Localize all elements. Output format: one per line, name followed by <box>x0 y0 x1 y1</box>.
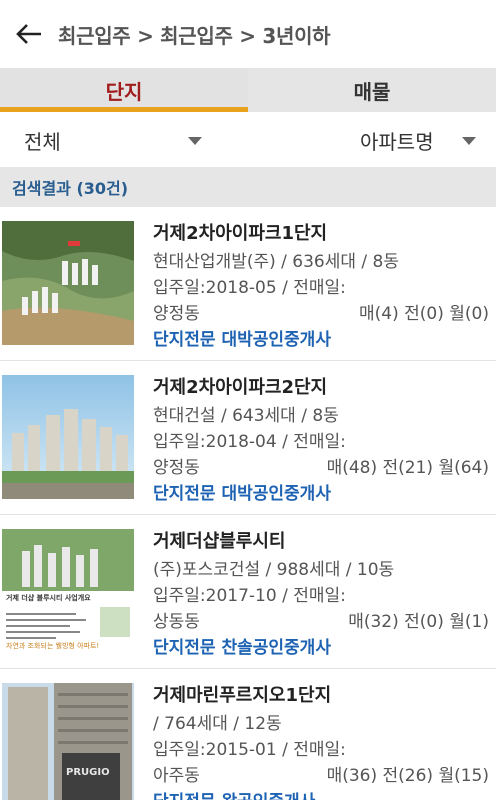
building-sign: PRUGIO <box>66 767 110 778</box>
region-dropdown-icon[interactable] <box>188 137 202 145</box>
complex-name: 거제2차아이파크2단지 <box>153 377 328 398</box>
breadcrumb: 최근입주 > 최근입주 > 3년이하 <box>58 23 331 48</box>
complex-move-in: 입주일:2017-10 / 전매일: <box>153 586 346 606</box>
complex-list: 거제2차아이파크1단지 현대산업개발(주) / 636세대 / 8동 입주일:2… <box>0 207 496 800</box>
brochure-slogan: 자연과 조화되는 웰빙형 아파트! <box>6 642 100 650</box>
back-button[interactable] <box>0 0 58 68</box>
complex-location-row: 양정동 매(48) 전(21) 월(64) <box>153 455 489 481</box>
complex-move-in: 입주일:2018-05 / 전매일: <box>153 278 346 298</box>
tab-bar: 단지 매물 <box>0 68 496 112</box>
complex-builder: 현대건설 / 643세대 / 8동 <box>153 406 339 426</box>
complex-photo <box>2 375 134 499</box>
list-item[interactable]: 거제2차아이파크1단지 현대산업개발(주) / 636세대 / 8동 입주일:2… <box>0 207 496 361</box>
listing-counts: 매(4) 전(0) 월(0) <box>359 304 489 324</box>
region-select[interactable]: 전체 <box>24 126 61 155</box>
complex-dong: 양정동 <box>153 304 200 324</box>
complex-builder: / 764세대 / 12동 <box>153 714 282 734</box>
arrow-left-icon <box>16 24 41 44</box>
complex-location-row: 아주동 매(36) 전(26) 월(15) <box>153 763 489 789</box>
agent-link[interactable]: 단지전문 대박공인중개사 <box>153 327 489 353</box>
complex-name: 거제2차아이파크1단지 <box>153 223 328 244</box>
complex-dong: 양정동 <box>153 458 200 478</box>
complex-location-row: 상동동 매(32) 전(0) 월(1) <box>153 609 489 635</box>
complex-builder: (주)포스코건설 / 988세대 / 10동 <box>153 560 395 580</box>
complex-info: 거제2차아이파크1단지 현대산업개발(주) / 636세대 / 8동 입주일:2… <box>153 219 489 353</box>
complex-move-in: 입주일:2018-04 / 전매일: <box>153 432 346 452</box>
agent-link[interactable]: 단지전문 찬솔공인중개사 <box>153 635 489 661</box>
result-count: 검색결과 (30건) <box>0 167 496 207</box>
top-bar: 최근입주 > 최근입주 > 3년이하 <box>0 0 496 68</box>
complex-name: 거제더샵블루시티 <box>153 531 286 552</box>
agent-link[interactable]: 단지전문 대박공인중개사 <box>153 481 489 507</box>
complex-info: 거제마린푸르지오1단지 / 764세대 / 12동 입주일:2015-01 / … <box>153 681 489 800</box>
complex-move-in: 입주일:2015-01 / 전매일: <box>153 740 346 760</box>
complex-brochure: 거제 더샵 블루시티 사업개요 자연과 조화되는 웰빙형 아파트! <box>2 529 134 653</box>
complex-name: 거제마린푸르지오1단지 <box>153 685 332 706</box>
complex-builder: 현대산업개발(주) / 636세대 / 8동 <box>153 252 399 272</box>
complex-photo <box>2 221 134 345</box>
list-item[interactable]: 거제2차아이파크2단지 현대건설 / 643세대 / 8동 입주일:2018-0… <box>0 361 496 515</box>
filter-bar: 전체 아파트명 <box>0 112 496 167</box>
sort-select[interactable]: 아파트명 <box>360 126 434 155</box>
listing-counts: 매(36) 전(26) 월(15) <box>326 766 489 786</box>
complex-location-row: 양정동 매(4) 전(0) 월(0) <box>153 301 489 327</box>
complex-info: 거제2차아이파크2단지 현대건설 / 643세대 / 8동 입주일:2018-0… <box>153 373 489 507</box>
list-item[interactable]: PRUGIO 거제마린푸르지오1단지 / 764세대 / 12동 입주일:201… <box>0 669 496 800</box>
tab-listing[interactable]: 매물 <box>248 68 496 112</box>
list-item[interactable]: 거제 더샵 블루시티 사업개요 자연과 조화되는 웰빙형 아파트! 거제더샵블루… <box>0 515 496 669</box>
region-select-value: 전체 <box>24 130 61 154</box>
tab-complex[interactable]: 단지 <box>0 68 248 112</box>
complex-dong: 아주동 <box>153 766 200 786</box>
brochure-title: 거제 더샵 블루시티 사업개요 <box>6 594 91 602</box>
sort-select-value: 아파트명 <box>360 130 434 154</box>
sort-dropdown-icon[interactable] <box>462 137 476 145</box>
complex-photo: PRUGIO <box>2 683 134 800</box>
complex-dong: 상동동 <box>153 612 200 632</box>
complex-info: 거제더샵블루시티 (주)포스코건설 / 988세대 / 10동 입주일:2017… <box>153 527 489 661</box>
listing-counts: 매(32) 전(0) 월(1) <box>348 612 489 632</box>
listing-counts: 매(48) 전(21) 월(64) <box>326 458 489 478</box>
agent-link[interactable]: 단지전문 왕공인중개사 <box>153 789 489 800</box>
